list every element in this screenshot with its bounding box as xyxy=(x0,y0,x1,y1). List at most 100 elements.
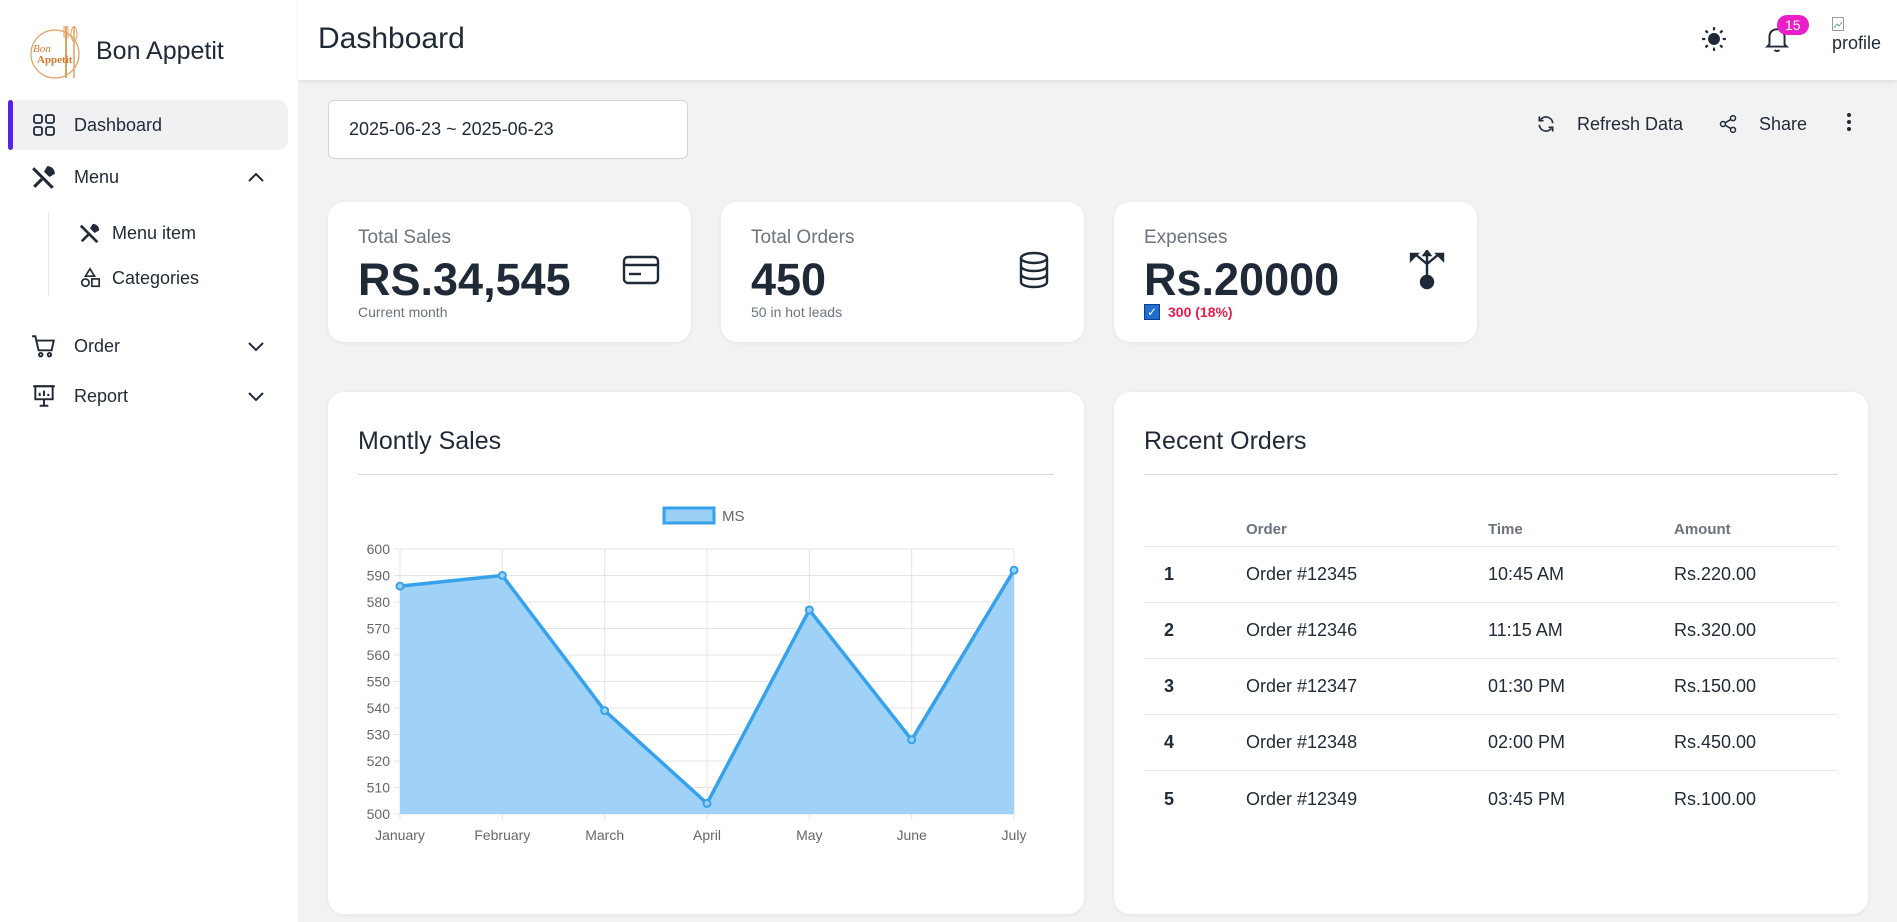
sidebar: Bon Appetit Bon Appetit Dashboard Menu M… xyxy=(0,0,298,922)
order-time: 02:00 PM xyxy=(1488,732,1566,752)
stat-subtext: Current month xyxy=(358,304,448,320)
x-tick-label: May xyxy=(796,827,822,843)
table-row[interactable]: 5 Order #12349 03:45 PM Rs.100.00 xyxy=(1144,771,1838,827)
shapes-icon xyxy=(78,266,102,290)
date-range-picker[interactable]: 2025-06-23 ~ 2025-06-23 xyxy=(328,100,688,159)
divider xyxy=(1144,474,1838,475)
refresh-data-label: Refresh Data xyxy=(1577,113,1684,134)
brand[interactable]: Bon Appetit Bon Appetit xyxy=(28,16,224,86)
x-tick-label: April xyxy=(693,827,721,843)
avatar[interactable]: profile xyxy=(1832,16,1886,56)
checkbox-icon: ✓ xyxy=(1144,304,1160,320)
logo: Bon Appetit xyxy=(28,20,86,82)
sidebar-subitem-categories[interactable]: Categories xyxy=(78,258,199,298)
share-icon xyxy=(1717,113,1739,135)
data-point xyxy=(497,571,507,580)
sidebar-item-dashboard[interactable]: Dashboard xyxy=(8,100,288,150)
chevron-up-icon xyxy=(246,167,266,187)
data-point xyxy=(804,605,814,615)
order-id: Order #12345 xyxy=(1246,564,1358,584)
sidebar-subitem-menu-item[interactable]: Menu item xyxy=(78,213,196,253)
date-range-value: 2025-06-23 ~ 2025-06-23 xyxy=(349,119,554,139)
sidebar-subitem-label: Menu item xyxy=(112,222,197,243)
row-index: 5 xyxy=(1164,788,1175,809)
share-button[interactable]: Share xyxy=(1717,108,1807,140)
expense-delta: ✓ 300 (18%) xyxy=(1144,304,1233,320)
sidebar-item-order[interactable]: Order xyxy=(8,321,288,371)
share-label: Share xyxy=(1759,113,1808,134)
cart-icon xyxy=(30,332,58,360)
data-point xyxy=(395,581,405,591)
stat-value: RS.34,545 xyxy=(358,254,571,305)
top-header: Dashboard 15 profile xyxy=(298,0,1897,80)
stat-label: Expenses xyxy=(1144,227,1228,248)
submenu-line xyxy=(48,212,49,296)
chevron-down-icon xyxy=(246,386,266,406)
column-header: Time xyxy=(1488,520,1523,538)
table-row[interactable]: 2 Order #12346 11:15 AM Rs.320.00 xyxy=(1144,603,1838,659)
card-title: Montly Sales xyxy=(358,427,502,455)
presentation-icon xyxy=(30,382,58,410)
order-amount: Rs.450.00 xyxy=(1674,732,1757,752)
column-header: Amount xyxy=(1674,520,1731,538)
grid-icon xyxy=(30,111,58,139)
stat-label: Total Orders xyxy=(751,227,855,248)
table-header: Order Time Amount xyxy=(1144,512,1838,547)
y-tick-label: 600 xyxy=(367,541,391,557)
kebab-icon xyxy=(1846,112,1852,137)
stat-value: Rs.20000 xyxy=(1144,254,1340,305)
database-icon xyxy=(1014,250,1054,290)
total-sales-card: Total Sales RS.34,545 Current month xyxy=(328,202,691,342)
divider xyxy=(358,474,1054,475)
sidebar-item-menu[interactable]: Menu xyxy=(8,152,288,202)
order-time: 03:45 PM xyxy=(1488,788,1566,809)
table-row[interactable]: 4 Order #12348 02:00 PM Rs.450.00 xyxy=(1144,715,1838,771)
card-title: Recent Orders xyxy=(1144,427,1307,455)
order-id: Order #12349 xyxy=(1246,788,1358,809)
y-tick-label: 570 xyxy=(367,621,391,637)
refresh-data-button[interactable]: Refresh Data xyxy=(1535,108,1683,140)
recent-orders-card: Recent Orders Order Time Amount 1 Order … xyxy=(1114,392,1868,914)
expense-delta-value: 300 (18%) xyxy=(1168,304,1233,320)
monthly-sales-card: Montly Sales MS 600 590 580 570 560 550 540 530 5… xyxy=(328,392,1084,914)
sidebar-item-label: Report xyxy=(74,385,129,406)
more-options-button[interactable] xyxy=(1838,108,1860,140)
orders-table: Order Time Amount 1 Order #12345 10:45 A… xyxy=(1144,512,1838,827)
expenses-card: Expenses Rs.20000 ✓ 300 (18%) xyxy=(1114,202,1477,342)
sidebar-item-label: Order xyxy=(74,335,121,356)
table-row[interactable]: 1 Order #12345 10:45 AM Rs.220.00 xyxy=(1144,547,1838,603)
stat-label: Total Sales xyxy=(358,227,451,248)
sidebar-item-label: Dashboard xyxy=(74,114,163,135)
y-tick-label: 510 xyxy=(367,780,391,796)
table-row[interactable]: 3 Order #12347 01:30 PM Rs.150.00 xyxy=(1144,659,1838,715)
order-amount: Rs.150.00 xyxy=(1674,676,1757,696)
y-tick-label: 550 xyxy=(367,674,391,690)
data-point xyxy=(600,706,610,716)
chevron-down-icon xyxy=(246,336,266,356)
monthly-sales-chart: MS 600 590 580 570 560 550 540 530 520 510 500 Janua… xyxy=(367,506,1027,843)
sidebar-item-label: Menu xyxy=(74,166,120,187)
page-title: Dashboard xyxy=(318,22,465,55)
brand-name: Bon Appetit xyxy=(96,36,224,65)
y-tick-label: 500 xyxy=(367,806,391,822)
sidebar-subitem-label: Categories xyxy=(112,267,200,288)
order-id: Order #12347 xyxy=(1246,676,1358,696)
utensils-icon xyxy=(30,163,58,191)
x-tick-label: June xyxy=(896,827,927,843)
total-orders-card: Total Orders 450 50 in hot leads xyxy=(721,202,1084,342)
y-tick-label: 580 xyxy=(367,594,391,610)
row-index: 4 xyxy=(1164,732,1175,752)
order-time: 11:15 AM xyxy=(1488,620,1563,640)
x-tick-label: March xyxy=(585,827,624,843)
y-tick-label: 520 xyxy=(367,753,391,769)
x-tick-label: January xyxy=(375,827,425,843)
sun-icon[interactable] xyxy=(1697,22,1731,56)
y-tick-label: 540 xyxy=(367,700,391,716)
svg-text:Appetit: Appetit xyxy=(37,54,73,66)
x-tick-label: February xyxy=(474,827,530,843)
sidebar-item-report[interactable]: Report xyxy=(8,371,288,421)
order-amount: Rs.320.00 xyxy=(1674,620,1757,640)
x-tick-label: July xyxy=(1002,827,1027,843)
utensils-icon xyxy=(78,221,102,245)
legend-label: MS xyxy=(722,508,745,525)
